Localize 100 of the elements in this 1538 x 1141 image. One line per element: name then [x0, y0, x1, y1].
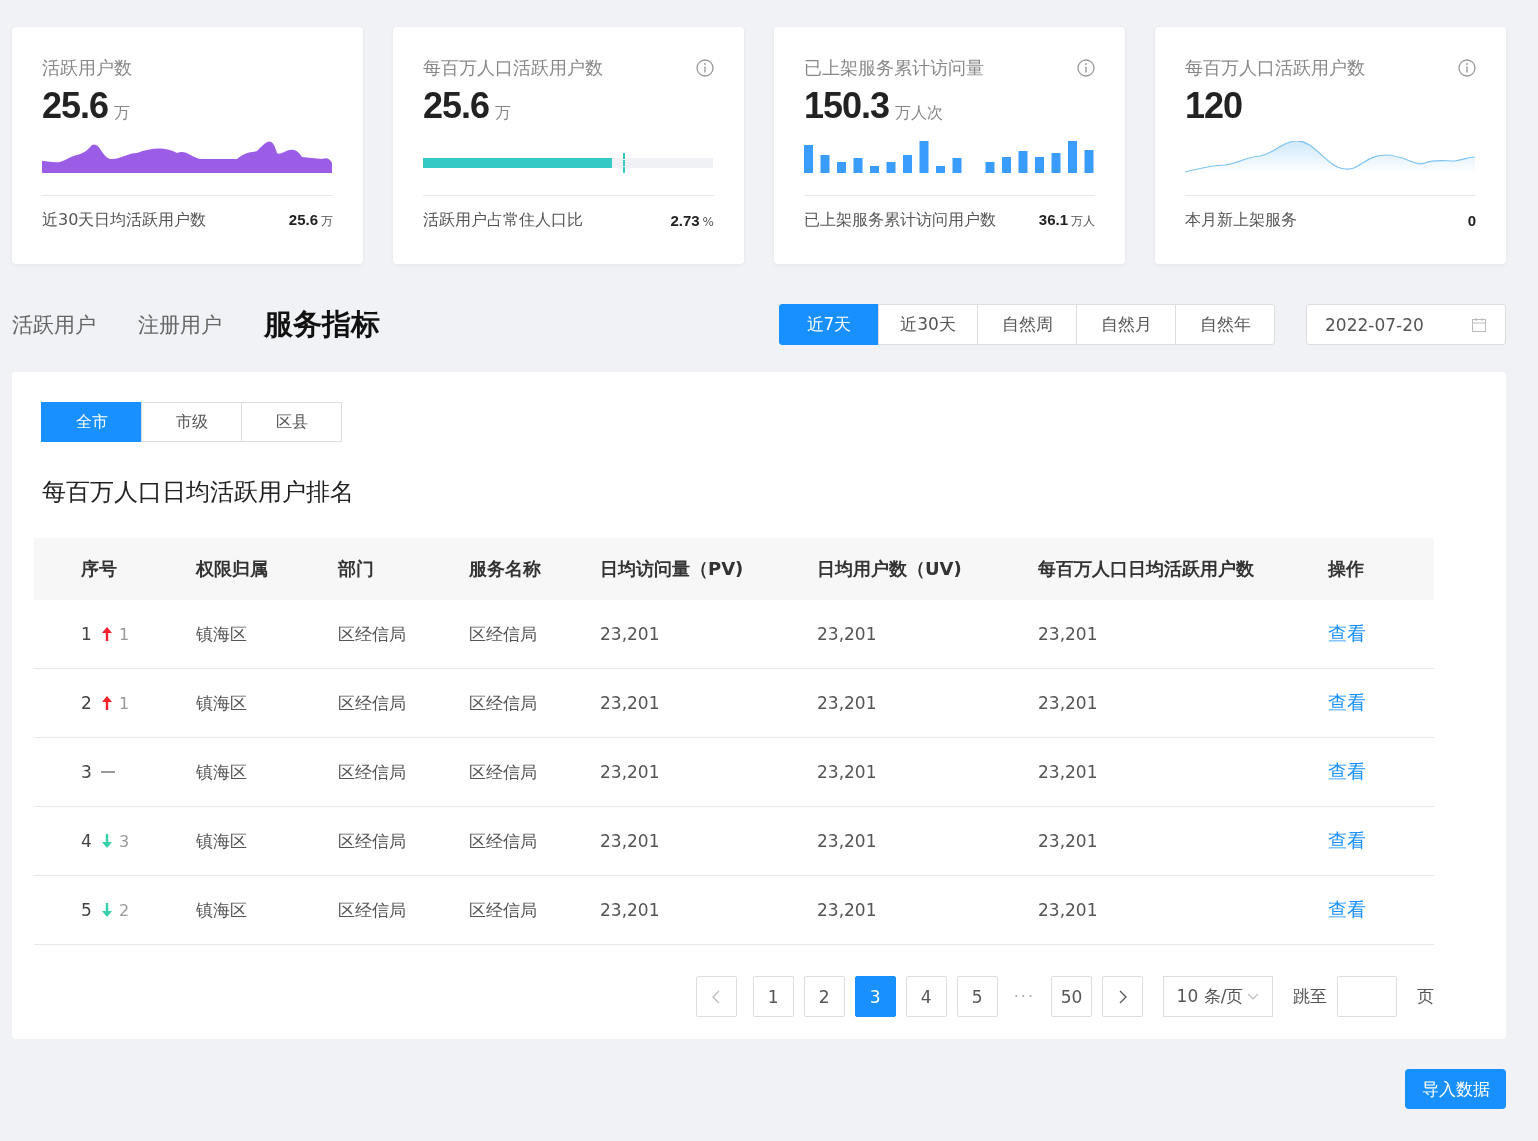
table-cell-text: 区经信局	[469, 622, 538, 646]
rank-number: 4	[81, 831, 93, 851]
section-tab[interactable]: 服务指标	[264, 304, 380, 345]
card-title: 已上架服务累计访问量	[804, 56, 984, 80]
table-cell-text: 镇海区	[196, 829, 248, 853]
column-header: 日均访问量（PV)	[600, 557, 745, 581]
column-header: 权限归属	[196, 557, 269, 581]
column-header: 日均用户数（UV)	[817, 557, 963, 581]
footer-label: 近30天日均活跃用户数	[42, 209, 207, 231]
period-tab[interactable]: 自然月	[1076, 304, 1176, 345]
chevron-left-icon	[711, 989, 722, 1004]
table-cell-text: 区经信局	[469, 760, 538, 784]
section-tab[interactable]: 注册用户	[138, 310, 222, 339]
page-button[interactable]: 5	[956, 976, 998, 1017]
stat-value: 150.3	[804, 85, 890, 127]
footer-unit: 万人	[1071, 212, 1095, 230]
column-header: 服务名称	[469, 557, 542, 581]
table-cell-text: 23,201	[817, 831, 878, 851]
date-picker[interactable]: 2022-07-20	[1306, 304, 1506, 345]
info-icon[interactable]	[1077, 59, 1095, 77]
table-cell-text: 23,201	[1038, 624, 1099, 644]
table-cell-text: 23,201	[817, 693, 878, 713]
rank-number: 5	[81, 900, 93, 920]
scope-tab[interactable]: 市级	[141, 402, 242, 442]
card-title: 每百万人口活跃用户数	[1185, 56, 1365, 80]
card-title: 活跃用户数	[42, 56, 132, 80]
table-cell-text: 23,201	[817, 624, 878, 644]
page-button[interactable]: 4	[905, 976, 947, 1017]
chevron-down-icon	[1247, 992, 1260, 1001]
up-arrow-icon	[101, 695, 113, 711]
footer-unit: %	[702, 214, 714, 229]
stat-unit: 万	[114, 103, 131, 124]
period-tab[interactable]: 自然周	[977, 304, 1077, 345]
jump-input[interactable]	[1337, 976, 1397, 1017]
down-arrow-icon	[101, 902, 113, 918]
rank-change: 3	[119, 831, 130, 851]
calendar-icon	[1471, 316, 1487, 333]
card-title: 每百万人口活跃用户数	[423, 56, 603, 80]
footer-value: 2.73	[670, 211, 700, 229]
rank-number: 2	[81, 693, 93, 713]
table-cell-text: 区经信局	[338, 691, 407, 715]
table-cell-text: 23,201	[600, 693, 661, 713]
table-cell-text: 镇海区	[196, 760, 248, 784]
footer-unit: 万	[321, 212, 333, 230]
table-cell-text: 23,201	[1038, 831, 1099, 851]
next-page-button[interactable]	[1102, 976, 1143, 1017]
page-suffix: 页	[1417, 985, 1434, 1008]
table-cell-text: 23,201	[817, 900, 878, 920]
table-cell-text: 23,201	[1038, 762, 1099, 782]
table-cell-text: 区经信局	[469, 829, 538, 853]
rank-number: 1	[81, 624, 93, 644]
stat-unit: 万人次	[895, 103, 944, 124]
table-cell-text: 23,201	[1038, 693, 1099, 713]
rank-change: 1	[119, 693, 130, 713]
rank-change: 2	[119, 900, 130, 920]
stat-value: 120	[1185, 85, 1243, 127]
table-cell-text: 23,201	[600, 624, 661, 644]
info-icon[interactable]	[696, 59, 714, 77]
footer-value: 0	[1467, 211, 1476, 229]
scope-tab[interactable]: 区县	[241, 402, 342, 442]
column-header: 序号	[81, 557, 118, 581]
page-button[interactable]: 50	[1051, 976, 1092, 1017]
footer-label: 本月新上架服务	[1185, 209, 1297, 231]
stat-unit: 万	[495, 103, 512, 124]
rank-change: 1	[119, 624, 130, 644]
period-tab[interactable]: 近30天	[878, 304, 978, 345]
table-title: 每百万人口日均活跃用户排名	[42, 477, 355, 508]
footer-label: 已上架服务累计访问用户数	[804, 209, 996, 231]
table-cell-text: 镇海区	[196, 898, 248, 922]
jump-label: 跳至	[1293, 985, 1327, 1008]
table-cell-text: 23,201	[1038, 900, 1099, 920]
section-tab[interactable]: 活跃用户	[12, 310, 96, 339]
footer-value: 25.6	[288, 210, 318, 228]
footer-value: 36.1	[1038, 210, 1068, 228]
table-cell-text: 区经信局	[338, 622, 407, 646]
period-tab[interactable]: 自然年	[1175, 304, 1275, 345]
table-cell-text: 区经信局	[338, 898, 407, 922]
table-cell-text: 区经信局	[338, 760, 407, 784]
table-cell-text: 23,201	[600, 831, 661, 851]
table-cell-text: 区经信局	[469, 898, 538, 922]
table-cell-text: 镇海区	[196, 691, 248, 715]
page-size-select[interactable]: 10 条/页	[1163, 976, 1273, 1017]
info-icon[interactable]	[1458, 59, 1476, 77]
table-cell-text: 23,201	[817, 762, 878, 782]
table-cell-text: 23,201	[600, 900, 661, 920]
stat-value: 25.6	[42, 85, 109, 127]
table-cell-text: 镇海区	[196, 622, 248, 646]
rank-number: 3	[81, 762, 93, 782]
column-header: 每百万人口日均活跃用户数	[1038, 557, 1255, 581]
dash-icon	[101, 771, 115, 773]
up-arrow-icon	[101, 626, 113, 642]
table-cell-text: 区经信局	[469, 691, 538, 715]
column-header: 操作	[1328, 557, 1365, 581]
table-cell-text: 区经信局	[338, 829, 407, 853]
footer-label: 活跃用户占常住人口比	[423, 209, 583, 231]
page-button[interactable]: 1	[752, 976, 794, 1017]
stat-value: 25.6	[423, 85, 490, 127]
down-arrow-icon	[101, 833, 113, 849]
chevron-right-icon	[1117, 989, 1128, 1004]
page-button[interactable]: 2	[803, 976, 845, 1017]
